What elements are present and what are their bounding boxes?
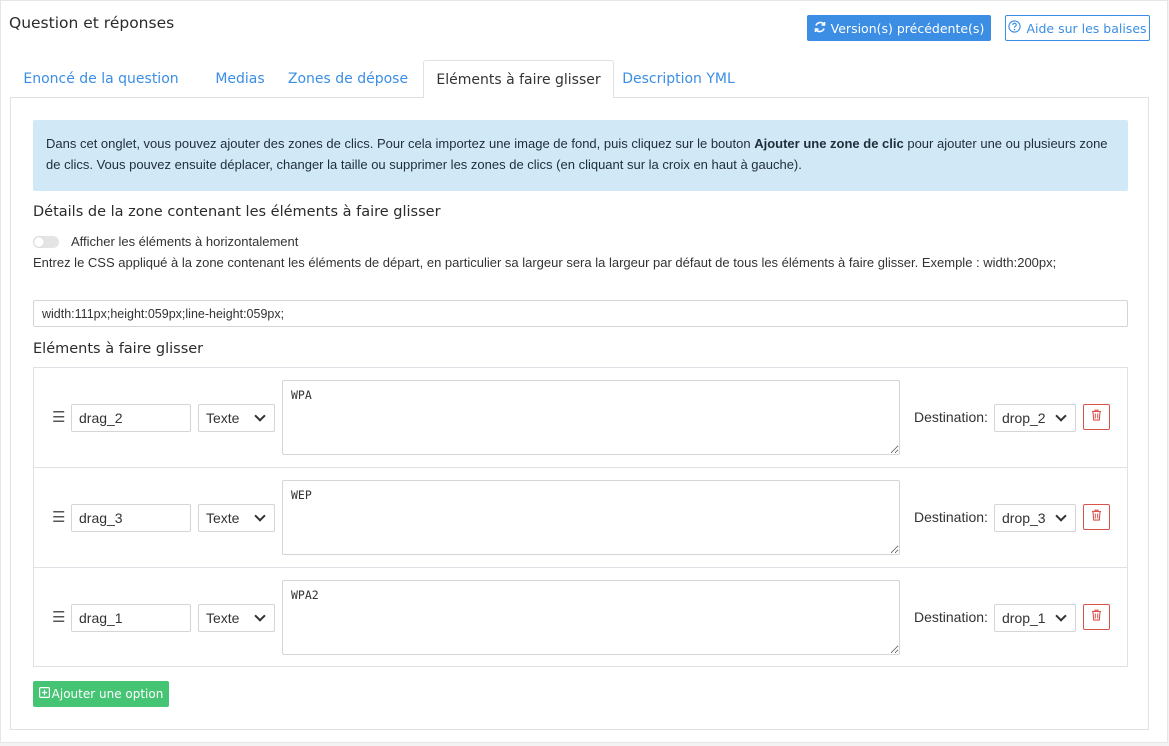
destination-label: Destination: <box>914 509 988 525</box>
trash-icon <box>1091 608 1102 626</box>
add-option-label: Ajouter une option <box>51 687 164 701</box>
chevron-down-icon <box>1055 510 1067 522</box>
question-card: Question et réponses Version(s) précéden… <box>0 0 1168 743</box>
drag-handle-icon[interactable]: ☰ <box>52 408 65 426</box>
element-id-input[interactable] <box>71 404 191 432</box>
drag-element-row: ☰ Texte WPA2 Destination: drop_1 <box>34 568 1127 668</box>
tab-bar: Enoncé de la question Medias Zones de dé… <box>10 60 1149 99</box>
drag-handle-icon[interactable]: ☰ <box>52 608 65 626</box>
element-type-select[interactable]: Texte <box>198 604 275 632</box>
delete-element-button[interactable] <box>1083 504 1110 530</box>
tab-question-statement[interactable]: Enoncé de la question <box>10 60 192 98</box>
delete-element-button[interactable] <box>1083 604 1110 630</box>
element-type-select[interactable]: Texte <box>198 504 275 532</box>
element-text-area[interactable]: WEP <box>282 480 900 555</box>
drag-handle-icon[interactable]: ☰ <box>52 508 65 526</box>
tab-drop-zones[interactable]: Zones de dépose <box>278 60 418 98</box>
css-help-text: Entrez le CSS appliqué à la zone contena… <box>33 255 1057 270</box>
delete-element-button[interactable] <box>1083 404 1110 430</box>
chevron-down-icon <box>254 510 266 522</box>
add-option-button[interactable]: Ajouter une option <box>33 681 169 707</box>
element-type-select[interactable]: Texte <box>198 404 275 432</box>
zone-details-title: Détails de la zone contenant les élément… <box>33 204 441 220</box>
tab-medias[interactable]: Medias <box>194 60 286 98</box>
tab-drag-elements[interactable]: Eléments à faire glisser <box>423 60 614 99</box>
destination-value: drop_3 <box>1002 510 1046 526</box>
horizontal-toggle-row: Afficher les éléments à horizontalement <box>33 234 298 249</box>
drag-element-row: ☰ Texte WEP Destination: drop_3 <box>34 468 1127 568</box>
destination-select[interactable]: drop_2 <box>994 404 1076 432</box>
destination-select[interactable]: drop_3 <box>994 504 1076 532</box>
trash-icon <box>1091 508 1102 526</box>
destination-value: drop_1 <box>1002 610 1046 626</box>
question-circle-icon <box>1008 20 1022 36</box>
previous-versions-label: Version(s) précédente(s) <box>830 20 985 36</box>
element-type-value: Texte <box>206 510 240 526</box>
chevron-down-icon <box>254 610 266 622</box>
info-text-bold: Ajouter une zone de clic <box>754 136 904 151</box>
chevron-down-icon <box>1055 410 1067 422</box>
horizontal-toggle[interactable] <box>33 235 59 248</box>
zone-css-input[interactable] <box>33 300 1128 327</box>
refresh-icon <box>814 21 826 36</box>
drag-elements-title: Eléments à faire glisser <box>33 341 204 357</box>
horizontal-toggle-label: Afficher les éléments à horizontalement <box>71 234 299 249</box>
element-text-area[interactable]: WPA <box>282 380 900 455</box>
element-id-input[interactable] <box>71 604 191 632</box>
destination-value: drop_2 <box>1002 410 1046 426</box>
plus-square-icon <box>38 687 50 701</box>
destination-label: Destination: <box>914 609 988 625</box>
element-type-value: Texte <box>206 610 240 626</box>
element-type-value: Texte <box>206 410 240 426</box>
page-title: Question et réponses <box>9 14 175 32</box>
chevron-down-icon <box>254 410 266 422</box>
tab-yml-description[interactable]: Description YML <box>616 60 741 98</box>
destination-label: Destination: <box>914 409 988 425</box>
destination-select[interactable]: drop_1 <box>994 604 1076 632</box>
previous-versions-button[interactable]: Version(s) précédente(s) <box>807 15 991 41</box>
tags-help-button[interactable]: Aide sur les balises <box>1005 15 1150 41</box>
drag-elements-list: ☰ Texte WPA Destination: drop_2 <box>33 367 1128 667</box>
tab-panel: Dans cet onglet, vous pouvez ajouter des… <box>10 98 1149 730</box>
drag-element-row: ☰ Texte WPA Destination: drop_2 <box>34 368 1127 468</box>
chevron-down-icon <box>1055 610 1067 622</box>
info-text-start: Dans cet onglet, vous pouvez ajouter des… <box>46 136 755 151</box>
trash-icon <box>1091 408 1102 426</box>
info-alert: Dans cet onglet, vous pouvez ajouter des… <box>33 120 1128 191</box>
tags-help-label: Aide sur les balises <box>1026 20 1147 36</box>
element-text-area[interactable]: WPA2 <box>282 580 900 655</box>
element-id-input[interactable] <box>71 504 191 532</box>
